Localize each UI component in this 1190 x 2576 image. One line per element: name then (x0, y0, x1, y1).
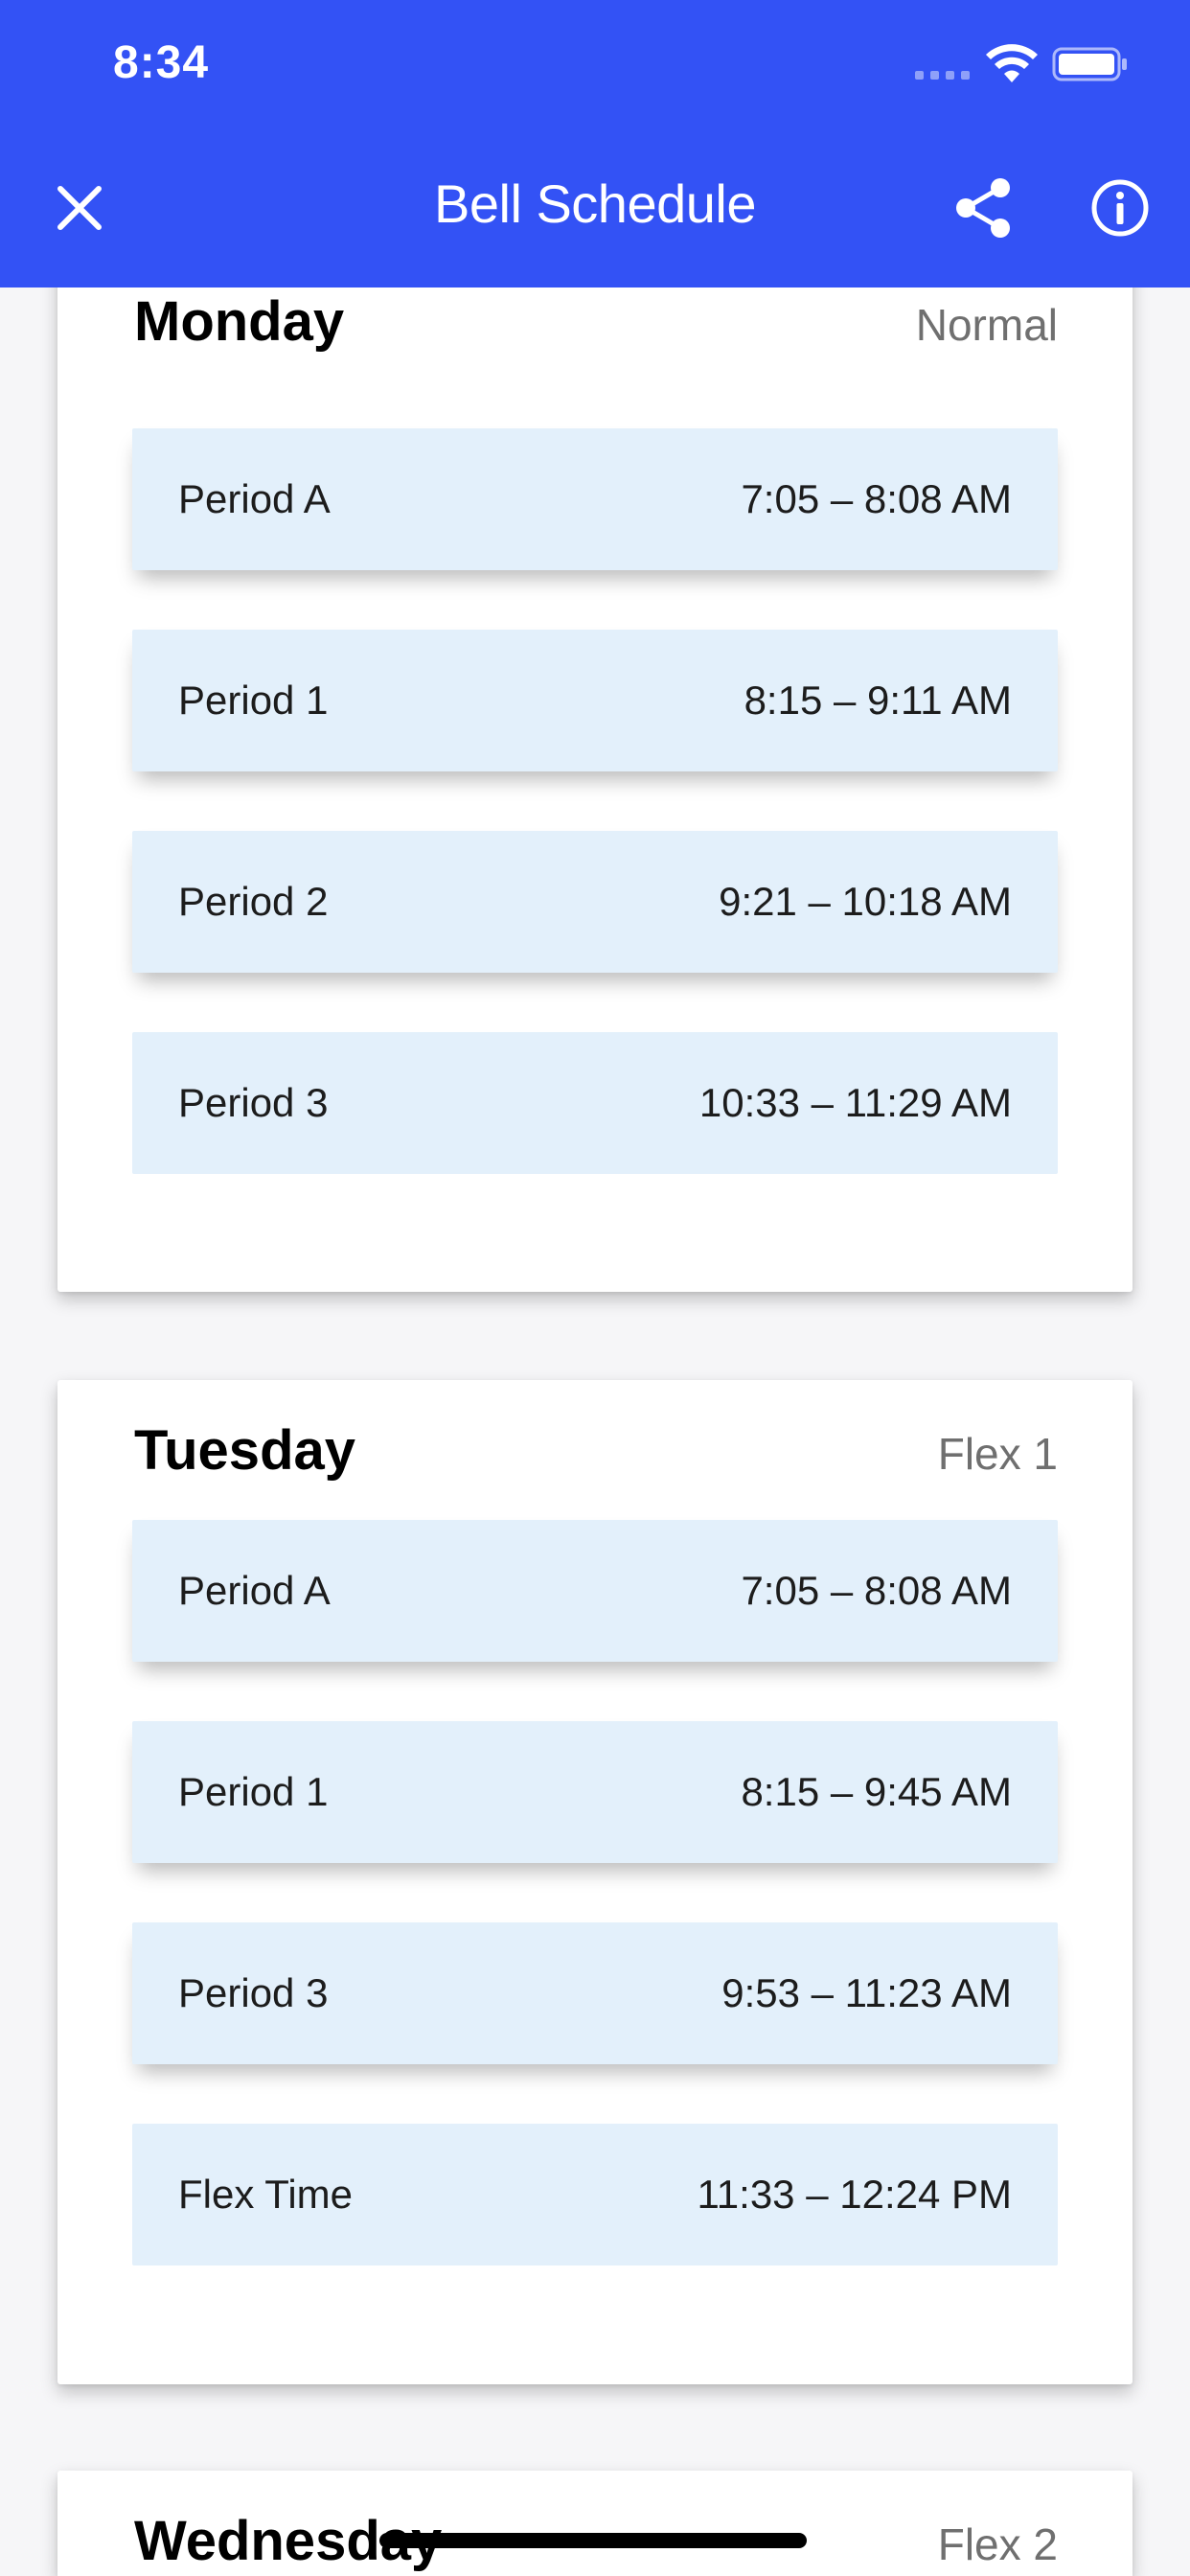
period-name: Period 2 (178, 879, 329, 924)
period-row[interactable]: Period 1 8:15 – 9:45 AM (132, 1721, 1058, 1863)
day-card-wednesday: Wednesday Flex 2 (57, 2471, 1133, 2576)
wifi-icon (986, 44, 1038, 82)
schedule-type: Flex 1 (937, 1429, 1058, 1479)
period-time: 8:15 – 9:11 AM (744, 678, 1012, 723)
period-row[interactable]: Period 1 8:15 – 9:11 AM (132, 630, 1058, 771)
period-name: Period 1 (178, 678, 329, 723)
schedule-type: Flex 2 (937, 2519, 1058, 2569)
period-name: Period 1 (178, 1769, 329, 1814)
period-row[interactable]: Period 2 9:21 – 10:18 AM (132, 831, 1058, 973)
info-icon[interactable] (1090, 178, 1150, 238)
period-name: Period 3 (178, 1970, 329, 2015)
status-time: 8:34 (113, 37, 210, 88)
period-row[interactable]: Period A 7:05 – 8:08 AM (132, 428, 1058, 570)
period-name: Period A (178, 1568, 331, 1613)
period-time: 7:05 – 8:08 AM (741, 1568, 1012, 1613)
share-icon[interactable] (952, 176, 1014, 240)
app-header: 8:34 Bell Schedule (0, 0, 1190, 288)
home-indicator[interactable] (379, 2533, 807, 2548)
battery-icon (1052, 47, 1127, 81)
day-card-tuesday: Tuesday Flex 1 Period A 7:05 – 8:08 AM P… (57, 1380, 1133, 2384)
period-time: 8:15 – 9:45 AM (741, 1769, 1012, 1814)
period-row[interactable]: Period 3 9:53 – 11:23 AM (132, 1922, 1058, 2064)
period-name: Flex Time (178, 2172, 354, 2217)
cellular-signal-icon (915, 71, 970, 80)
day-card-monday: Monday Normal Period A 7:05 – 8:08 AM Pe… (57, 251, 1133, 1292)
period-time: 9:53 – 11:23 AM (721, 1970, 1012, 2015)
day-title: Monday (134, 290, 345, 353)
period-row[interactable]: Flex Time 11:33 – 12:24 PM (132, 2124, 1058, 2266)
period-row[interactable]: Period A 7:05 – 8:08 AM (132, 1520, 1058, 1662)
period-time: 9:21 – 10:18 AM (719, 879, 1012, 924)
period-time: 7:05 – 8:08 AM (741, 476, 1012, 521)
period-time: 10:33 – 11:29 AM (698, 1080, 1012, 1125)
period-time: 11:33 – 12:24 PM (697, 2172, 1012, 2217)
day-title: Tuesday (134, 1419, 356, 1482)
period-name: Period 3 (178, 1080, 329, 1125)
schedule-type: Normal (915, 300, 1058, 350)
period-name: Period A (178, 476, 331, 521)
period-row[interactable]: Period 3 10:33 – 11:29 AM (132, 1032, 1058, 1174)
